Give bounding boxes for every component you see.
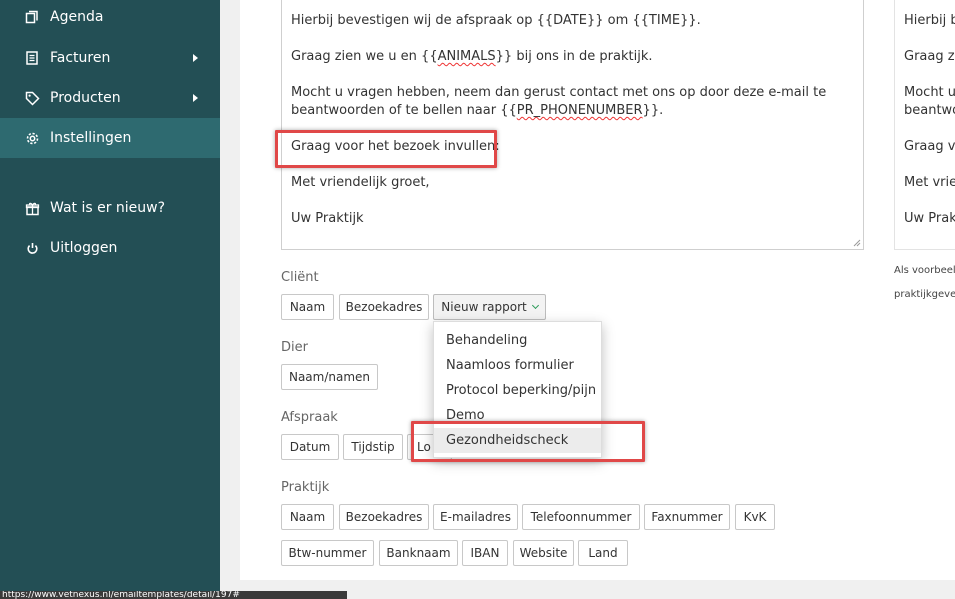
new-report-dropdown-toggle[interactable]: Nieuw rapport <box>433 294 546 320</box>
new-report-dropdown-menu: Behandeling Naamloos formulier Protocol … <box>433 321 602 458</box>
section-label-client: Cliënt <box>281 270 319 285</box>
preview-note: Als voorbeeld w <box>894 265 955 276</box>
tag-icon <box>24 90 40 106</box>
chip-praktijk-land[interactable]: Land <box>578 540 628 566</box>
editor-line: Graag zien we u en {{ANIMALS}} bij ons i… <box>291 49 653 64</box>
status-bar-url: https://www.vetnexus.nl/emailtemplates/d… <box>0 591 347 599</box>
chip-praktijk-telefoon[interactable]: Telefoonnummer <box>522 504 640 530</box>
dropdown-item-naamloos[interactable]: Naamloos formulier <box>434 353 601 378</box>
chip-praktijk-fax[interactable]: Faxnummer <box>644 504 730 530</box>
chip-praktijk-website[interactable]: Website <box>513 540 574 566</box>
dropdown-item-demo[interactable]: Demo <box>434 403 601 428</box>
sidebar-item-logout[interactable]: Uitloggen <box>0 228 220 268</box>
sidebar-item-label: Producten <box>50 90 121 106</box>
dropdown-item-behandeling[interactable]: Behandeling <box>434 328 601 353</box>
sidebar-item-label: Uitloggen <box>50 240 118 256</box>
chip-praktijk-bank[interactable]: Banknaam <box>379 540 458 566</box>
preview-line: Mocht u vrag <box>904 85 955 100</box>
preview-line: Graag zien w <box>904 49 955 64</box>
sidebar-item-label: Wat is er nieuw? <box>50 200 166 216</box>
copy-icon <box>24 9 40 25</box>
main-area: Hierbij bevestigen wij de afspraak op {{… <box>220 0 955 599</box>
section-label-dier: Dier <box>281 340 308 355</box>
editor-line: Graag voor het bezoek invullen: <box>291 139 500 154</box>
editor-line: Hierbij bevestigen wij de afspraak op {{… <box>291 13 701 28</box>
chip-client-naam[interactable]: Naam <box>281 294 334 320</box>
chip-praktijk-naam[interactable]: Naam <box>281 504 334 530</box>
chip-praktijk-bezoekadres[interactable]: Bezoekadres <box>339 504 429 530</box>
sidebar-item-agenda[interactable]: Agenda <box>0 0 220 37</box>
preview-note: praktijkgeven <box>894 289 955 300</box>
dropdown-item-protocol[interactable]: Protocol beperking/pijn <box>434 378 601 403</box>
sidebar-item-label: Instellingen <box>50 130 132 146</box>
preview-line: Uw Praktijk <box>904 211 955 226</box>
editor-line: beantwoorden of te bellen naar {{PR_PHON… <box>291 103 664 118</box>
chip-praktijk-email[interactable]: E-mailadres <box>433 504 518 530</box>
chip-praktijk-iban[interactable]: IBAN <box>462 540 508 566</box>
chip-client-bezoekadres[interactable]: Bezoekadres <box>339 294 429 320</box>
invoice-icon <box>24 50 40 66</box>
section-label-afspraak: Afspraak <box>281 410 338 425</box>
chip-praktijk-kvk[interactable]: KvK <box>735 504 775 530</box>
chevron-down-icon <box>531 301 539 310</box>
sidebar-item-label: Facturen <box>50 50 111 66</box>
chip-dier-naam[interactable]: Naam/namen <box>281 364 378 390</box>
dropdown-item-gezondheidscheck[interactable]: Gezondheidscheck <box>434 428 601 453</box>
power-icon <box>24 240 40 256</box>
content-panel: Hierbij bevestigen wij de afspraak op {{… <box>240 0 955 580</box>
email-body-editor[interactable]: Hierbij bevestigen wij de afspraak op {{… <box>281 0 864 250</box>
chip-afspraak-datum[interactable]: Datum <box>281 434 339 460</box>
sidebar-item-whats-new[interactable]: Wat is er nieuw? <box>0 188 220 228</box>
gear-icon <box>24 130 40 146</box>
gift-icon <box>24 200 40 216</box>
caret-right-icon <box>193 94 198 102</box>
sidebar-item-facturen[interactable]: Facturen <box>0 38 220 78</box>
sidebar: Agenda Facturen Producten Instellingen W… <box>0 0 220 599</box>
preview-line: Hierbij beve <box>904 13 955 28</box>
sidebar-item-label: Agenda <box>50 9 104 25</box>
preview-line: Graag voor <box>904 139 955 154</box>
email-preview: Hierbij beve Graag zien w Mocht u vrag b… <box>894 0 955 250</box>
chip-praktijk-btw[interactable]: Btw-nummer <box>281 540 374 566</box>
editor-line: Mocht u vragen hebben, neem dan gerust c… <box>291 85 827 100</box>
editor-line: Uw Praktijk <box>291 211 364 226</box>
caret-right-icon <box>193 54 198 62</box>
sidebar-item-instellingen[interactable]: Instellingen <box>0 118 220 158</box>
chip-afspraak-tijdstip[interactable]: Tijdstip <box>343 434 403 460</box>
preview-line: beantwoord <box>904 103 955 118</box>
dropdown-label: Nieuw rapport <box>441 300 527 314</box>
resize-handle-icon[interactable] <box>853 239 861 247</box>
section-label-praktijk: Praktijk <box>281 480 330 495</box>
preview-line: Met vriende <box>904 175 955 190</box>
editor-line: Met vriendelijk groet, <box>291 175 430 190</box>
sidebar-item-producten[interactable]: Producten <box>0 78 220 118</box>
